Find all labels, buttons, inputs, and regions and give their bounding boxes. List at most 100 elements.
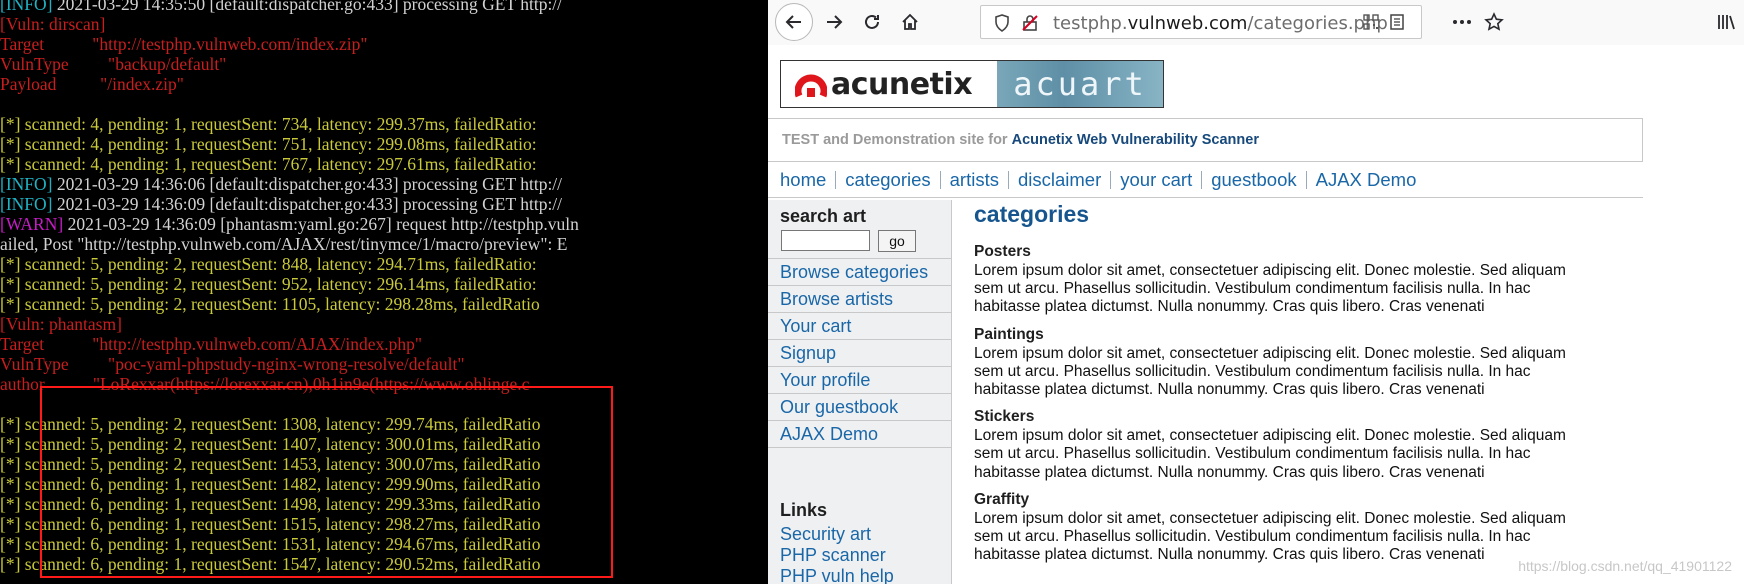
shield-icon[interactable]	[991, 12, 1013, 34]
sidebar-link-your-cart[interactable]: Your cart	[768, 312, 951, 339]
nav-link-artists[interactable]: artists	[950, 169, 999, 191]
log-message: [*] scanned: 4, pending: 1, requestSent:…	[0, 154, 537, 174]
external-links: Security artPHP scannerPHP vuln helpFrac…	[780, 524, 907, 584]
acunetix-logo-icon	[795, 74, 827, 98]
terminal-line: [INFO] 2021-03-29 14:36:06 [default:disp…	[0, 174, 579, 194]
log-level-tag: [INFO]	[0, 0, 53, 14]
nav-link-categories[interactable]: categories	[845, 169, 930, 191]
category-title[interactable]: Posters	[974, 243, 1654, 262]
home-button[interactable]	[892, 4, 928, 40]
sidebar: search art go Browse categories Browse ar…	[768, 200, 952, 584]
terminal-line: Target "http://testphp.vulnweb.com/index…	[0, 34, 579, 54]
log-message: 2021-03-29 14:36:09 [phantasm:yaml.go:26…	[63, 214, 579, 234]
terminal-line: [*] scanned: 5, pending: 2, requestSent:…	[0, 254, 579, 274]
category-title[interactable]: Graffity	[974, 491, 1654, 510]
log-message: 2021-03-29 14:36:09 [default:dispatcher.…	[52, 194, 563, 214]
log-level-tag: [WARN]	[0, 214, 64, 234]
links-title: Links	[780, 500, 828, 520]
bookmark-button[interactable]	[1476, 4, 1512, 40]
bookmark-star-icon	[1484, 12, 1504, 31]
red-highlight-box	[40, 386, 613, 578]
log-message: [Vuln: phantasm]	[0, 314, 122, 334]
category-description: Lorem ipsum dolor sit amet, consectetuer…	[974, 262, 1566, 316]
acuart-logo[interactable]: acuart	[997, 61, 1163, 107]
terminal-line: [Vuln: phantasm]	[0, 314, 579, 334]
log-message: Target "http://testphp.vulnweb.com/index…	[0, 34, 368, 54]
sidebar-link-your-profile[interactable]: Your profile	[768, 366, 951, 393]
category-item: Graffity Lorem ipsum dolor sit amet, cons…	[974, 491, 1654, 565]
log-message: 2021-03-29 14:35:50 [default:dispatcher.…	[52, 0, 563, 14]
home-icon	[902, 13, 918, 30]
page-title: categories	[974, 201, 1090, 227]
browser-toolbar: testphp.vulnweb.com/categories.php	[768, 0, 1744, 45]
nav-link-ajax-demo[interactable]: AJAX Demo	[1316, 169, 1417, 191]
terminal-line: [*] scanned: 4, pending: 1, requestSent:…	[0, 154, 579, 174]
terminal-line: VulnType "poc-yaml-phpstudy-nginx-wrong-…	[0, 354, 579, 374]
log-message: 2021-03-29 14:36:06 [default:dispatcher.…	[52, 174, 563, 194]
page-actions-button[interactable]	[1444, 4, 1480, 40]
terminal-line: [*] scanned: 5, pending: 2, requestSent:…	[0, 294, 579, 314]
log-message: [*] scanned: 5, pending: 2, requestSent:…	[0, 294, 540, 314]
sidebar-link-browse-artists[interactable]: Browse artists	[768, 285, 951, 312]
tagline-link[interactable]: Acunetix Web Vulnerability Scanner	[1012, 132, 1259, 148]
go-button[interactable]: go	[878, 230, 916, 252]
acunetix-logo[interactable]: acunetix	[781, 61, 997, 107]
terminal-line: ailed, Post "http://testphp.vulnweb.com/…	[0, 234, 579, 254]
category-item: Paintings Lorem ipsum dolor sit amet, con…	[974, 326, 1654, 400]
sidebar-link-signup[interactable]: Signup	[768, 339, 951, 366]
terminal-line: [Vuln: dirscan]	[0, 14, 579, 34]
search-input[interactable]	[781, 230, 870, 251]
category-description: Lorem ipsum dolor sit amet, consectetuer…	[974, 344, 1566, 399]
log-message: Payload "/index.zip"	[0, 74, 184, 94]
site-logo-banner[interactable]: acunetix acuart	[780, 60, 1164, 108]
tagline: TEST and Demonstration site for Acunetix…	[768, 118, 1643, 162]
log-message: VulnType "poc-yaml-phpstudy-nginx-wrong-…	[0, 354, 465, 374]
nav-separator	[1305, 170, 1307, 189]
sidebar-link-our-guestbook[interactable]: Our guestbook	[768, 393, 951, 420]
sidebar-link-ajax-demo[interactable]: AJAX Demo	[768, 420, 951, 447]
reader-view-icon	[1390, 14, 1404, 30]
category-title[interactable]: Paintings	[974, 326, 1654, 345]
category-title[interactable]: Stickers	[974, 408, 1654, 427]
log-level-tag: [INFO]	[0, 174, 53, 194]
category-description: Lorem ipsum dolor sit amet, consectetuer…	[974, 427, 1566, 481]
nav-link-disclaimer[interactable]: disclaimer	[1018, 169, 1101, 191]
insecure-lock-icon[interactable]	[1019, 12, 1041, 34]
terminal-line: [INFO] 2021-03-29 14:36:09 [default:disp…	[0, 194, 579, 214]
external-link-php-scanner[interactable]: PHP scanner	[780, 545, 907, 566]
library-button[interactable]	[1708, 4, 1744, 40]
log-message: ailed, Post "http://testphp.vulnweb.com/…	[0, 234, 568, 254]
category-item: Stickers Lorem ipsum dolor sit amet, cons…	[974, 408, 1654, 482]
nav-link-guestbook[interactable]: guestbook	[1211, 169, 1296, 191]
terminal-line: [INFO] 2021-03-29 14:35:50 [default:disp…	[0, 0, 579, 14]
nav-separator	[939, 170, 941, 189]
nav-separator	[1201, 170, 1203, 189]
reload-icon	[865, 14, 879, 29]
terminal-line: [*] scanned: 4, pending: 1, requestSent:…	[0, 114, 579, 134]
terminal-line: [*] scanned: 5, pending: 2, requestSent:…	[0, 274, 579, 294]
more-dots-icon	[1453, 20, 1471, 24]
terminal-window[interactable]: [INFO] 2021-03-29 14:35:50 [default:disp…	[0, 0, 768, 584]
url-text[interactable]: testphp.vulnweb.com/categories.php	[1053, 13, 1388, 34]
category-description: Lorem ipsum dolor sit amet, consectetuer…	[974, 509, 1566, 564]
reload-button[interactable]	[854, 4, 890, 40]
external-link-php-vuln-help[interactable]: PHP vuln help	[780, 566, 907, 584]
sidebar-link-browse-categories[interactable]: Browse categories	[768, 258, 951, 285]
acuart-logo-text: acuart	[1013, 65, 1147, 103]
reader-view-button[interactable]	[1382, 5, 1412, 39]
browser-window: testphp.vulnweb.com/categories.php acune…	[768, 0, 1744, 584]
terminal-line: [*] scanned: 4, pending: 1, requestSent:…	[0, 134, 579, 154]
nav-link-your-cart[interactable]: your cart	[1120, 169, 1192, 191]
forward-button[interactable]	[816, 4, 852, 40]
back-button[interactable]	[775, 3, 813, 41]
nav-link-home[interactable]: home	[780, 169, 826, 191]
external-link-security-art[interactable]: Security art	[780, 524, 907, 545]
nav-separator	[835, 170, 837, 189]
terminal-line: Target "http://testphp.vulnweb.com/AJAX/…	[0, 334, 579, 354]
terminal-line: [WARN] 2021-03-29 14:36:09 [phantasm:yam…	[0, 214, 579, 234]
arrow-left-icon	[785, 15, 801, 29]
search-title: search art	[780, 206, 867, 226]
qr-code-icon	[1363, 14, 1379, 30]
category-list: Posters Lorem ipsum dolor sit amet, conse…	[974, 243, 1654, 564]
